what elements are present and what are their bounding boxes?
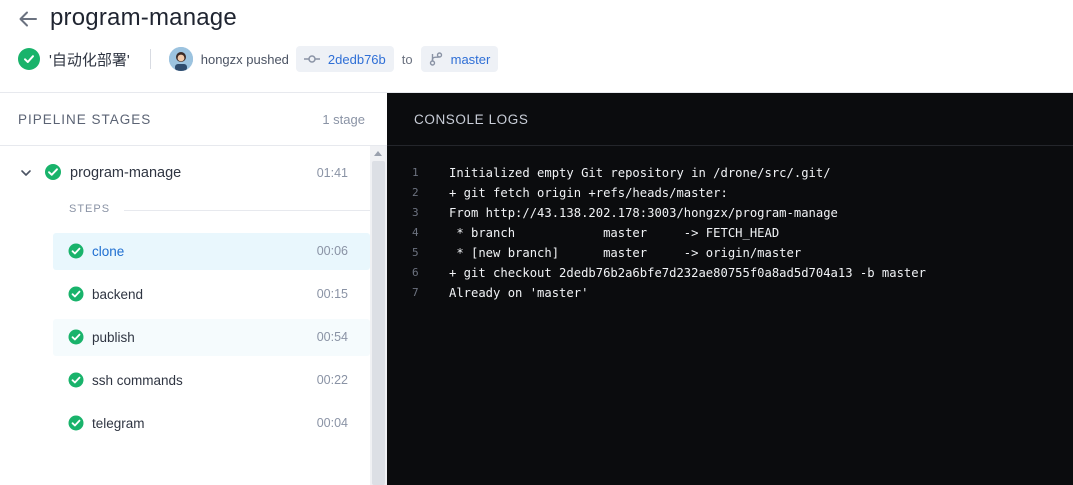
step-telegram[interactable]: telegram 00:04 xyxy=(53,405,370,442)
log-line: 3 From http://43.138.202.178:3003/hongzx/… xyxy=(387,204,1073,224)
build-header: program-manage '自动化部署' hongzx pushed 2de… xyxy=(0,0,1073,93)
branch-link[interactable]: master xyxy=(420,46,499,72)
page-title: program-manage xyxy=(50,4,237,31)
to-label: to xyxy=(401,51,413,67)
line-number: 7 xyxy=(412,286,419,299)
log-text: Already on 'master' xyxy=(449,286,589,300)
steps-label: STEPS xyxy=(69,203,111,215)
log-text: + git checkout 2dedb76b2a6bfe7d232ae8075… xyxy=(449,266,926,280)
commit-sha: 2dedb76b xyxy=(327,51,386,67)
log-output: 1 Initialized empty Git repository in /dr… xyxy=(387,164,1073,304)
step-name: telegram xyxy=(92,416,145,431)
stage-row[interactable]: program-manage 01:41 xyxy=(0,146,370,200)
log-line: 6 + git checkout 2dedb76b2a6bfe7d232ae807… xyxy=(387,264,1073,284)
step-duration: 00:15 xyxy=(316,287,348,301)
step-publish[interactable]: publish 00:54 xyxy=(53,319,370,356)
scroll-up-arrow-icon[interactable] xyxy=(374,151,382,156)
divider xyxy=(124,210,370,211)
stage-name: program-manage xyxy=(70,165,182,181)
log-text: + git fetch origin +refs/heads/master: xyxy=(449,186,728,200)
line-number: 2 xyxy=(412,186,419,199)
log-line: 4 * branch master -> FETCH_HEAD xyxy=(387,224,1073,244)
log-text: * branch master -> FETCH_HEAD xyxy=(449,226,780,240)
success-check-icon xyxy=(44,163,62,186)
branch-icon xyxy=(429,52,443,66)
commit-sha-link[interactable]: 2dedb76b xyxy=(295,46,394,72)
console-header: CONSOLE LOGS xyxy=(387,93,1073,146)
back-arrow-icon[interactable] xyxy=(17,8,39,30)
line-number: 1 xyxy=(412,166,419,179)
log-line: 7 Already on 'master' xyxy=(387,284,1073,304)
step-duration: 00:22 xyxy=(316,373,348,387)
pipeline-stages-title: PIPELINE STAGES xyxy=(18,112,152,127)
chevron-down-icon[interactable] xyxy=(20,166,32,178)
success-check-icon xyxy=(68,329,84,350)
success-check-icon xyxy=(68,415,84,436)
step-duration: 00:06 xyxy=(316,244,348,258)
log-line: 1 Initialized empty Git repository in /dr… xyxy=(387,164,1073,184)
success-check-icon xyxy=(68,243,84,264)
success-check-icon xyxy=(68,286,84,307)
line-number: 5 xyxy=(412,246,419,259)
pipeline-panel: PIPELINE STAGES 1 stage program-manage 0… xyxy=(0,93,387,485)
log-line: 2 + git fetch origin +refs/heads/master: xyxy=(387,184,1073,204)
stage-duration: 01:41 xyxy=(316,166,348,180)
log-text: * [new branch] master -> origin/master xyxy=(449,246,802,260)
step-duration: 00:54 xyxy=(316,330,348,344)
success-check-icon xyxy=(18,48,40,70)
step-ssh-commands[interactable]: ssh commands 00:22 xyxy=(53,362,370,399)
step-clone[interactable]: clone 00:06 xyxy=(53,233,370,270)
line-number: 4 xyxy=(412,226,419,239)
commit-icon xyxy=(303,54,320,64)
scrollbar-thumb[interactable] xyxy=(372,161,385,485)
step-name: clone xyxy=(92,244,125,259)
step-name: ssh commands xyxy=(92,373,183,388)
pipeline-panel-header: PIPELINE STAGES 1 stage xyxy=(0,93,387,146)
line-number: 6 xyxy=(412,266,419,279)
log-line: 5 * [new branch] master -> origin/master xyxy=(387,244,1073,264)
stage-count: 1 stage xyxy=(322,112,365,127)
step-name: backend xyxy=(92,287,144,302)
pusher-text: hongzx pushed xyxy=(200,51,289,67)
build-meta: '自动化部署' hongzx pushed 2dedb76b to master xyxy=(18,46,499,72)
console-panel: CONSOLE LOGS 1 Initialized empty Git repo… xyxy=(387,93,1073,485)
step-duration: 00:04 xyxy=(316,416,348,430)
step-name: publish xyxy=(92,330,135,345)
line-number: 3 xyxy=(412,206,419,219)
console-logs-title: CONSOLE LOGS xyxy=(414,112,529,127)
log-text: Initialized empty Git repository in /dro… xyxy=(449,166,831,180)
log-text: From http://43.138.202.178:3003/hongzx/p… xyxy=(449,206,838,220)
success-check-icon xyxy=(68,372,84,393)
step-backend[interactable]: backend 00:15 xyxy=(53,276,370,313)
divider xyxy=(149,49,151,69)
avatar xyxy=(168,47,193,71)
branch-name: master xyxy=(450,51,491,67)
commit-message: '自动化部署' xyxy=(49,51,130,69)
